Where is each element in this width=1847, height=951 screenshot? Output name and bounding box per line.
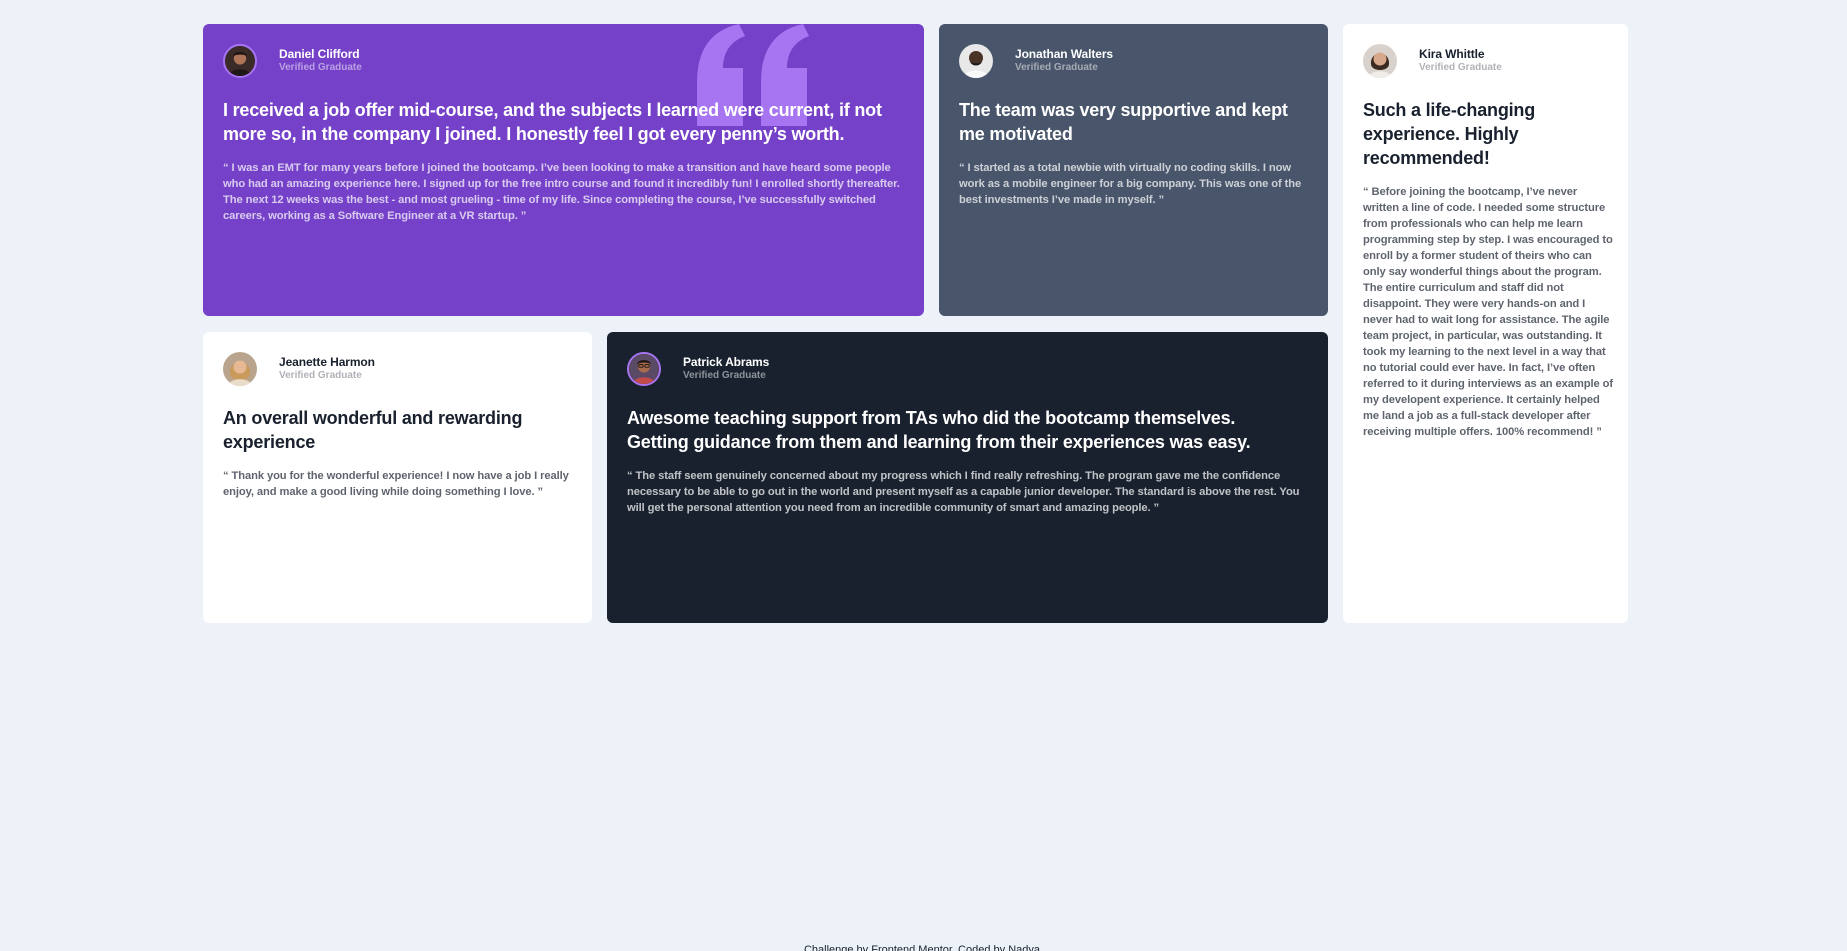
author-role: Verified Graduate — [683, 370, 766, 381]
testimonial-headline: Such a life-changing experience. Highly … — [1363, 100, 1536, 168]
avatar-jonathan-icon — [959, 44, 993, 78]
author-block: Kira Whittle Verified Graduate — [1363, 44, 1608, 78]
author-name: Patrick Abrams — [683, 355, 770, 369]
author-block: Daniel Clifford Verified Graduate — [223, 44, 904, 78]
avatar-kira-icon — [1363, 44, 1397, 78]
testimonial-card-jeanette: Jeanette Harmon Verified Graduate An ove… — [203, 332, 592, 623]
attribution: Challenge by Frontend Mentor. Coded by N… — [803, 944, 1044, 951]
avatar-jeanette-icon — [223, 352, 257, 386]
testimonial-card-jonathan: Jonathan Walters Verified Graduate The t… — [939, 24, 1328, 316]
avatar-daniel-icon — [223, 44, 257, 78]
author-block: Jeanette Harmon Verified Graduate — [223, 352, 572, 386]
testimonial-quote: “ I started as a total newbie with virtu… — [959, 162, 1302, 206]
author-name: Jonathan Walters — [1015, 47, 1113, 61]
testimonial-card-daniel: Daniel Clifford Verified Graduate I rece… — [203, 24, 924, 316]
author-name: Daniel Clifford — [279, 47, 360, 61]
author-role: Verified Graduate — [1015, 62, 1098, 73]
author-block: Patrick Abrams Verified Graduate — [627, 352, 1308, 386]
testimonial-card-kira: Kira Whittle Verified Graduate Such a li… — [1343, 24, 1628, 623]
testimonial-quote: “ Thank you for the wonderful experience… — [223, 470, 569, 498]
testimonial-quote: “ I was an EMT for many years before I j… — [223, 162, 900, 222]
author-role: Verified Graduate — [279, 370, 362, 381]
testimonial-quote: “ The staff seem genuinely concerned abo… — [627, 470, 1300, 514]
testimonial-headline: I received a job offer mid-course, and t… — [223, 100, 882, 144]
author-role: Verified Graduate — [279, 62, 362, 73]
author-name: Kira Whittle — [1419, 47, 1485, 61]
testimonial-headline: An overall wonderful and rewarding exper… — [223, 408, 523, 452]
testimonial-card-patrick: Patrick Abrams Verified Graduate Awesome… — [607, 332, 1328, 623]
author-role: Verified Graduate — [1419, 62, 1502, 73]
testimonial-headline: The team was very supportive and kept me… — [959, 100, 1288, 144]
testimonial-headline: Awesome teaching support from TAs who di… — [627, 408, 1251, 452]
author-block: Jonathan Walters Verified Graduate — [959, 44, 1308, 78]
avatar-patrick-icon — [627, 352, 661, 386]
author-name: Jeanette Harmon — [279, 355, 375, 369]
testimonial-quote: “ Before joining the bootcamp, I’ve neve… — [1363, 186, 1613, 438]
